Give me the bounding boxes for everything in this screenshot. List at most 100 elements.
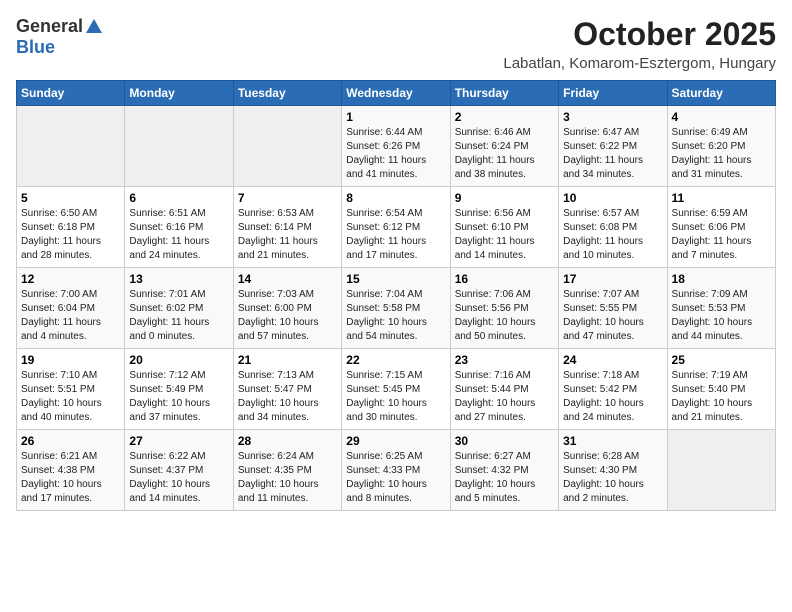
- day-number: 30: [455, 434, 554, 448]
- calendar-cell: 27 Sunrise: 6:22 AM Sunset: 4:37 PM Dayli…: [125, 430, 233, 511]
- day-info: Sunrise: 6:51 AM Sunset: 6:16 PM Dayligh…: [129, 207, 228, 263]
- weekday-header-sunday: Sunday: [17, 81, 125, 106]
- calendar-cell: 15 Sunrise: 7:04 AM Sunset: 5:58 PM Dayli…: [342, 268, 450, 349]
- day-info: Sunrise: 7:15 AM Sunset: 5:45 PM Dayligh…: [346, 369, 445, 425]
- logo-blue: Blue: [16, 37, 55, 57]
- day-info: Sunrise: 7:03 AM Sunset: 6:00 PM Dayligh…: [238, 288, 337, 344]
- day-number: 10: [563, 191, 662, 205]
- day-number: 16: [455, 272, 554, 286]
- day-info: Sunrise: 6:49 AM Sunset: 6:20 PM Dayligh…: [672, 126, 771, 182]
- weekday-header-tuesday: Tuesday: [233, 81, 341, 106]
- calendar-cell: 9 Sunrise: 6:56 AM Sunset: 6:10 PM Daylig…: [450, 187, 558, 268]
- day-info: Sunrise: 6:22 AM Sunset: 4:37 PM Dayligh…: [129, 450, 228, 506]
- day-number: 18: [672, 272, 771, 286]
- calendar-cell: 30 Sunrise: 6:27 AM Sunset: 4:32 PM Dayli…: [450, 430, 558, 511]
- day-info: Sunrise: 6:57 AM Sunset: 6:08 PM Dayligh…: [563, 207, 662, 263]
- week-row: 19 Sunrise: 7:10 AM Sunset: 5:51 PM Dayli…: [17, 349, 776, 430]
- calendar-cell: 13Sunrise: 7:01 AM Sunset: 6:02 PM Dayli…: [125, 268, 233, 349]
- calendar-cell: [233, 106, 341, 187]
- day-number: 31: [563, 434, 662, 448]
- day-info: Sunrise: 6:44 AM Sunset: 6:26 PM Dayligh…: [346, 126, 445, 182]
- day-info: Sunrise: 7:18 AM Sunset: 5:42 PM Dayligh…: [563, 369, 662, 425]
- day-info: Sunrise: 6:54 AM Sunset: 6:12 PM Dayligh…: [346, 207, 445, 263]
- week-row: 26 Sunrise: 6:21 AM Sunset: 4:38 PM Dayli…: [17, 430, 776, 511]
- weekday-header-thursday: Thursday: [450, 81, 558, 106]
- logo-icon: [85, 17, 103, 35]
- calendar-cell: 8 Sunrise: 6:54 AM Sunset: 6:12 PM Daylig…: [342, 187, 450, 268]
- calendar-cell: 11Sunrise: 6:59 AM Sunset: 6:06 PM Dayli…: [667, 187, 775, 268]
- calendar-cell: 3Sunrise: 6:47 AM Sunset: 6:22 PM Daylig…: [559, 106, 667, 187]
- day-number: 8: [346, 191, 445, 205]
- day-number: 20: [129, 353, 228, 367]
- weekday-header-friday: Friday: [559, 81, 667, 106]
- calendar-cell: 20Sunrise: 7:12 AM Sunset: 5:49 PM Dayli…: [125, 349, 233, 430]
- day-info: Sunrise: 6:59 AM Sunset: 6:06 PM Dayligh…: [672, 207, 771, 263]
- calendar-cell: 21Sunrise: 7:13 AM Sunset: 5:47 PM Dayli…: [233, 349, 341, 430]
- day-info: Sunrise: 7:00 AM Sunset: 6:04 PM Dayligh…: [21, 288, 120, 344]
- calendar-cell: 22 Sunrise: 7:15 AM Sunset: 5:45 PM Dayli…: [342, 349, 450, 430]
- day-number: 3: [563, 110, 662, 124]
- calendar-cell: 16 Sunrise: 7:06 AM Sunset: 5:56 PM Dayli…: [450, 268, 558, 349]
- day-number: 14: [238, 272, 337, 286]
- calendar-cell: [17, 106, 125, 187]
- header-row: SundayMondayTuesdayWednesdayThursdayFrid…: [17, 81, 776, 106]
- day-info: Sunrise: 7:13 AM Sunset: 5:47 PM Dayligh…: [238, 369, 337, 425]
- calendar-cell: 26 Sunrise: 6:21 AM Sunset: 4:38 PM Dayli…: [17, 430, 125, 511]
- calendar-cell: 7 Sunrise: 6:53 AM Sunset: 6:14 PM Daylig…: [233, 187, 341, 268]
- day-info: Sunrise: 6:28 AM Sunset: 4:30 PM Dayligh…: [563, 450, 662, 506]
- day-info: Sunrise: 6:21 AM Sunset: 4:38 PM Dayligh…: [21, 450, 120, 506]
- day-info: Sunrise: 7:07 AM Sunset: 5:55 PM Dayligh…: [563, 288, 662, 344]
- calendar-cell: 31 Sunrise: 6:28 AM Sunset: 4:30 PM Dayli…: [559, 430, 667, 511]
- day-info: Sunrise: 7:06 AM Sunset: 5:56 PM Dayligh…: [455, 288, 554, 344]
- day-info: Sunrise: 6:53 AM Sunset: 6:14 PM Dayligh…: [238, 207, 337, 263]
- calendar-cell: 4Sunrise: 6:49 AM Sunset: 6:20 PM Daylig…: [667, 106, 775, 187]
- day-number: 12: [21, 272, 120, 286]
- calendar-cell: 28Sunrise: 6:24 AM Sunset: 4:35 PM Dayli…: [233, 430, 341, 511]
- day-info: Sunrise: 6:27 AM Sunset: 4:32 PM Dayligh…: [455, 450, 554, 506]
- day-number: 28: [238, 434, 337, 448]
- weekday-header-wednesday: Wednesday: [342, 81, 450, 106]
- weekday-header-saturday: Saturday: [667, 81, 775, 106]
- calendar-table: SundayMondayTuesdayWednesdayThursdayFrid…: [16, 80, 776, 511]
- day-number: 9: [455, 191, 554, 205]
- calendar-cell: 12 Sunrise: 7:00 AM Sunset: 6:04 PM Dayli…: [17, 268, 125, 349]
- day-number: 26: [21, 434, 120, 448]
- day-number: 27: [129, 434, 228, 448]
- day-number: 19: [21, 353, 120, 367]
- week-row: 5Sunrise: 6:50 AM Sunset: 6:18 PM Daylig…: [17, 187, 776, 268]
- day-number: 17: [563, 272, 662, 286]
- logo-general: General: [16, 16, 83, 37]
- logo: General Blue: [16, 16, 103, 58]
- day-number: 24: [563, 353, 662, 367]
- page-header: General Blue October 2025 Labatlan, Koma…: [16, 16, 776, 72]
- day-info: Sunrise: 6:46 AM Sunset: 6:24 PM Dayligh…: [455, 126, 554, 182]
- day-number: 29: [346, 434, 445, 448]
- calendar-cell: 2 Sunrise: 6:46 AM Sunset: 6:24 PM Daylig…: [450, 106, 558, 187]
- day-info: Sunrise: 6:25 AM Sunset: 4:33 PM Dayligh…: [346, 450, 445, 506]
- day-info: Sunrise: 6:56 AM Sunset: 6:10 PM Dayligh…: [455, 207, 554, 263]
- calendar-cell: 1 Sunrise: 6:44 AM Sunset: 6:26 PM Daylig…: [342, 106, 450, 187]
- day-number: 23: [455, 353, 554, 367]
- title-block: October 2025 Labatlan, Komarom-Esztergom…: [503, 16, 776, 72]
- calendar-cell: 14 Sunrise: 7:03 AM Sunset: 6:00 PM Dayli…: [233, 268, 341, 349]
- calendar-cell: 19 Sunrise: 7:10 AM Sunset: 5:51 PM Dayli…: [17, 349, 125, 430]
- day-number: 7: [238, 191, 337, 205]
- day-number: 25: [672, 353, 771, 367]
- day-info: Sunrise: 7:09 AM Sunset: 5:53 PM Dayligh…: [672, 288, 771, 344]
- day-number: 22: [346, 353, 445, 367]
- day-number: 1: [346, 110, 445, 124]
- day-number: 6: [129, 191, 228, 205]
- calendar-cell: 6 Sunrise: 6:51 AM Sunset: 6:16 PM Daylig…: [125, 187, 233, 268]
- location-title: Labatlan, Komarom-Esztergom, Hungary: [503, 55, 776, 72]
- day-info: Sunrise: 7:16 AM Sunset: 5:44 PM Dayligh…: [455, 369, 554, 425]
- day-number: 2: [455, 110, 554, 124]
- calendar-cell: 18 Sunrise: 7:09 AM Sunset: 5:53 PM Dayli…: [667, 268, 775, 349]
- day-info: Sunrise: 7:10 AM Sunset: 5:51 PM Dayligh…: [21, 369, 120, 425]
- calendar-cell: 29 Sunrise: 6:25 AM Sunset: 4:33 PM Dayli…: [342, 430, 450, 511]
- calendar-cell: 5Sunrise: 6:50 AM Sunset: 6:18 PM Daylig…: [17, 187, 125, 268]
- calendar-cell: 17 Sunrise: 7:07 AM Sunset: 5:55 PM Dayli…: [559, 268, 667, 349]
- day-number: 15: [346, 272, 445, 286]
- calendar-cell: [667, 430, 775, 511]
- day-info: Sunrise: 7:04 AM Sunset: 5:58 PM Dayligh…: [346, 288, 445, 344]
- calendar-cell: 25Sunrise: 7:19 AM Sunset: 5:40 PM Dayli…: [667, 349, 775, 430]
